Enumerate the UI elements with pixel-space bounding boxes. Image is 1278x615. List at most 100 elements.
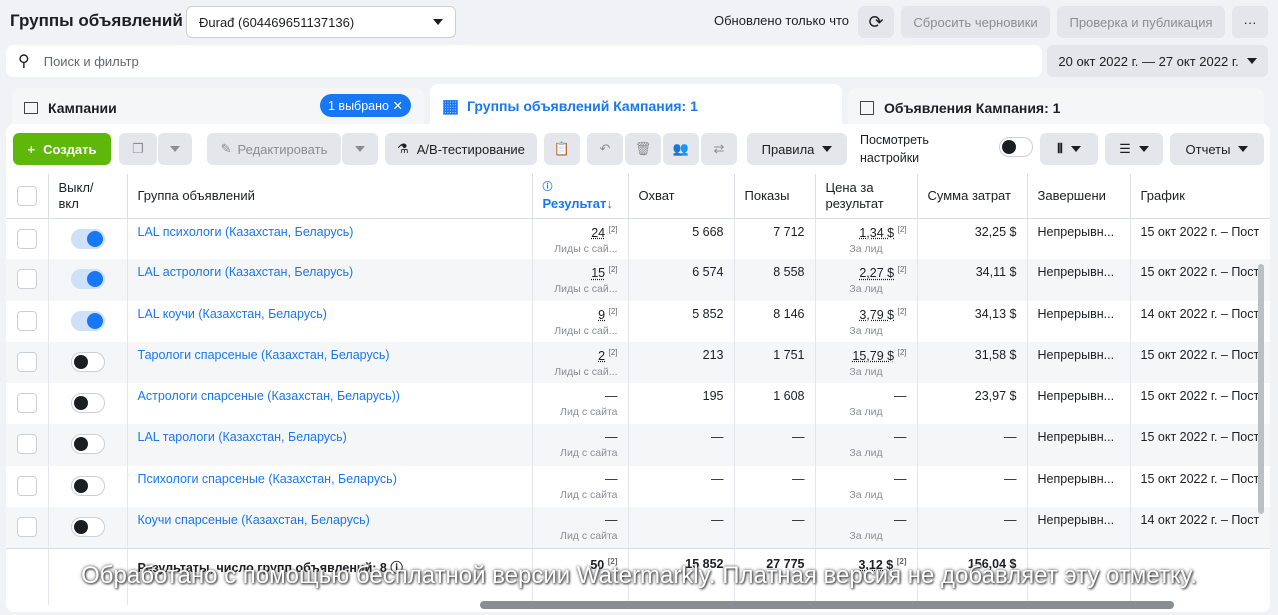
tab-campaigns[interactable]: Кампании 1 выбрано ✕ [12, 88, 424, 128]
duplicate-menu-button[interactable] [158, 133, 192, 165]
result-value[interactable]: 9 [598, 308, 605, 322]
close-icon[interactable]: ✕ [392, 99, 402, 113]
table-row[interactable]: LAL психологи (Казахстан, Беларусь) 24 [… [6, 218, 1270, 260]
search-bar[interactable]: ⚲ Поиск и фильтр [6, 45, 1042, 77]
adset-name[interactable]: LAL астрологи (Казахстан, Беларусь) [127, 259, 533, 301]
adset-link[interactable]: Коучи спарсеные (Казахстан, Беларусь) [138, 513, 370, 527]
table-row[interactable]: Коучи спарсеные (Казахстан, Беларусь) — Л… [6, 507, 1270, 549]
adset-link[interactable]: Астрологи спарсеные (Казахстан, Беларусь… [138, 389, 400, 403]
status-toggle[interactable] [70, 351, 105, 372]
result-value[interactable]: 15 [591, 266, 605, 280]
header-spend[interactable]: Сумма затрат [917, 174, 1028, 219]
table-row[interactable]: Тарологи спарсеные (Казахстан, Беларусь)… [6, 341, 1270, 384]
cost-value[interactable]: 1,34 $ [859, 226, 894, 240]
status-toggle[interactable] [70, 475, 105, 496]
reports-button[interactable]: Отчеты [1170, 133, 1264, 165]
cost-value[interactable]: — [894, 472, 907, 486]
header-schedule[interactable]: График [1130, 174, 1270, 219]
review-publish-button[interactable]: Проверка и публикация [1057, 6, 1225, 38]
row-toggle[interactable] [48, 218, 128, 260]
selected-badge[interactable]: 1 выбрано ✕ [320, 94, 411, 117]
row-checkbox[interactable] [6, 218, 49, 260]
adset-link[interactable]: LAL астрологи (Казахстан, Беларусь) [138, 265, 354, 279]
header-end[interactable]: Завершени [1027, 174, 1131, 219]
ab-test-button[interactable]: ⚗ A/B-тестирование [385, 133, 537, 165]
row-toggle[interactable] [48, 465, 128, 508]
table-row[interactable]: LAL астрологи (Казахстан, Беларусь) 15 [… [6, 259, 1270, 301]
header-toggle[interactable]: Выкл/ вкл [48, 174, 128, 219]
cost-value[interactable]: 2,27 $ [859, 266, 894, 280]
adset-link[interactable]: Психологи спарсеные (Казахстан, Беларусь… [138, 472, 397, 486]
undo-button[interactable]: ↶ [587, 133, 623, 165]
adset-link[interactable]: LAL тарологи (Казахстан, Беларусь) [138, 430, 347, 444]
rules-button[interactable]: Правила [747, 133, 847, 165]
row-toggle[interactable] [48, 259, 128, 301]
more-button[interactable]: ··· [1232, 6, 1268, 38]
account-selector[interactable]: Đurađ (604469651137136) [186, 6, 456, 38]
header-select-all[interactable] [6, 174, 49, 219]
tab-adsets[interactable]: ▦ Группы объявлений Кампания: 1 [430, 84, 842, 128]
cost-value[interactable]: 15,79 $ [852, 349, 894, 363]
row-toggle[interactable] [48, 383, 128, 425]
adset-name[interactable]: Астрологи спарсеные (Казахстан, Беларусь… [127, 383, 533, 425]
row-toggle[interactable] [48, 507, 128, 549]
status-toggle[interactable] [70, 269, 105, 290]
result-value[interactable]: — [605, 513, 618, 527]
status-toggle[interactable] [70, 517, 105, 538]
adset-name[interactable]: LAL коучи (Казахстан, Беларусь) [127, 300, 533, 342]
status-toggle[interactable] [70, 310, 105, 331]
horizontal-scrollbar[interactable] [480, 601, 1174, 609]
adset-name[interactable]: Психологи спарсеные (Казахстан, Беларусь… [127, 465, 533, 508]
header-cost[interactable]: Цена за результат [815, 174, 918, 219]
row-checkbox[interactable] [6, 300, 49, 342]
adset-name[interactable]: Коучи спарсеные (Казахстан, Беларусь) [127, 507, 533, 549]
delete-button[interactable]: 🗑 [625, 133, 661, 165]
table-row[interactable]: LAL тарологи (Казахстан, Беларусь) — Лид … [6, 424, 1270, 466]
row-checkbox[interactable] [6, 341, 49, 384]
cost-value[interactable]: — [894, 513, 907, 527]
table-row[interactable]: LAL коучи (Казахстан, Беларусь) 9 [2] Лид… [6, 300, 1270, 342]
row-checkbox[interactable] [6, 383, 49, 425]
row-checkbox[interactable] [6, 465, 49, 508]
table-row[interactable]: Психологи спарсеные (Казахстан, Беларусь… [6, 465, 1270, 508]
cost-value[interactable]: — [894, 389, 907, 403]
result-value[interactable]: — [605, 389, 618, 403]
columns-button[interactable]: ⦀ [1040, 133, 1098, 165]
refresh-button[interactable]: ⟳ [858, 6, 894, 38]
view-settings-toggle[interactable] [999, 137, 1033, 157]
create-button[interactable]: + Создать [13, 133, 111, 165]
export-button[interactable]: ⇄ [701, 133, 737, 165]
header-result[interactable]: ⓘ Результат↓ [532, 174, 629, 219]
row-checkbox[interactable] [6, 507, 49, 549]
header-name[interactable]: Группа объявлений [127, 174, 533, 219]
adset-link[interactable]: LAL психологи (Казахстан, Беларусь) [138, 225, 354, 239]
reset-drafts-button[interactable]: Сбросить черновики [901, 6, 1050, 38]
row-checkbox[interactable] [6, 424, 49, 466]
cost-value[interactable]: — [894, 430, 907, 444]
row-toggle[interactable] [48, 424, 128, 466]
search-input[interactable]: Поиск и фильтр [44, 54, 139, 69]
adset-name[interactable]: LAL психологи (Казахстан, Беларусь) [127, 218, 533, 260]
adset-name[interactable]: Тарологи спарсеные (Казахстан, Беларусь) [127, 341, 533, 384]
result-value[interactable]: — [605, 472, 618, 486]
row-toggle[interactable] [48, 300, 128, 342]
row-toggle[interactable] [48, 341, 128, 384]
result-value[interactable]: 24 [591, 226, 605, 240]
header-impressions[interactable]: Показы [734, 174, 816, 219]
result-value[interactable]: — [605, 430, 618, 444]
status-toggle[interactable] [70, 393, 105, 414]
table-row[interactable]: Астрологи спарсеные (Казахстан, Беларусь… [6, 383, 1270, 425]
duplicate-button[interactable]: ❐ [119, 133, 157, 165]
status-toggle[interactable] [70, 434, 105, 455]
info-icon[interactable]: ⓘ [390, 561, 403, 575]
row-checkbox[interactable] [6, 259, 49, 301]
status-toggle[interactable] [70, 228, 105, 249]
header-reach[interactable]: Охват [628, 174, 735, 219]
clipboard-button[interactable]: 📋 [544, 133, 580, 165]
audience-button[interactable]: 👥 [663, 133, 699, 165]
date-range-picker[interactable]: 20 окт 2022 г. — 27 окт 2022 г. [1047, 45, 1268, 77]
cost-value[interactable]: 3,79 $ [859, 308, 894, 322]
adset-link[interactable]: LAL коучи (Казахстан, Беларусь) [138, 307, 327, 321]
breakdown-button[interactable]: ☰ [1105, 133, 1163, 165]
adset-name[interactable]: LAL тарологи (Казахстан, Беларусь) [127, 424, 533, 466]
